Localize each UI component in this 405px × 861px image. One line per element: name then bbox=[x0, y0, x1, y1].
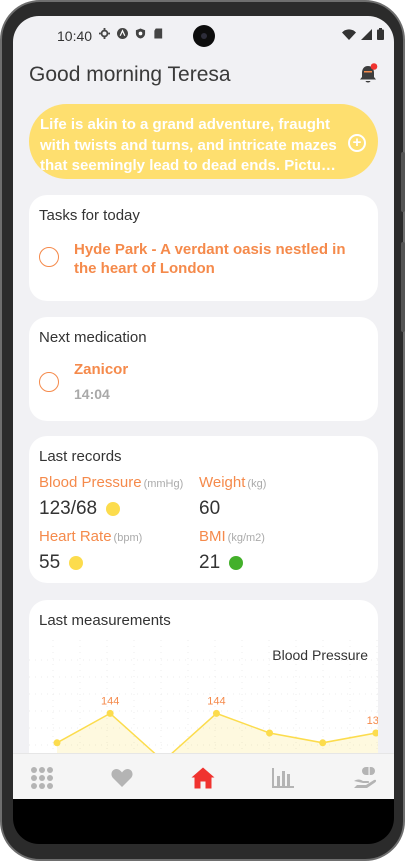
device-frame: 10:40 Good morning Teresa Life is akin t… bbox=[0, 0, 405, 861]
status-time: 10:40 bbox=[57, 28, 93, 44]
home-icon[interactable] bbox=[191, 766, 215, 790]
shield-icon bbox=[135, 28, 146, 39]
record-value: 21 bbox=[199, 552, 221, 573]
heart-icon[interactable] bbox=[110, 766, 134, 790]
records-card: Last records Blood Pressure (mmHg) 123/68… bbox=[29, 436, 378, 583]
record-value: 55 bbox=[39, 552, 61, 573]
data-point bbox=[319, 739, 327, 747]
greeting-title: Good morning Teresa bbox=[29, 63, 231, 86]
settings-icon bbox=[99, 28, 110, 39]
medication-name[interactable]: Zanicor bbox=[74, 361, 128, 378]
record-label: BMI bbox=[199, 528, 226, 545]
record-value: 60 bbox=[199, 498, 221, 519]
record-heart-rate[interactable]: Heart Rate (bpm) 55 bbox=[39, 528, 142, 574]
front-camera bbox=[193, 25, 215, 47]
bottom-navigation bbox=[13, 753, 394, 799]
add-circle-icon[interactable]: + bbox=[348, 134, 366, 152]
record-blood-pressure[interactable]: Blood Pressure (mmHg) 123/68 bbox=[39, 474, 183, 520]
quote-text: Life is akin to a grand adventure, fraug… bbox=[40, 116, 337, 174]
wifi-icon bbox=[342, 28, 356, 40]
record-label: Heart Rate bbox=[39, 528, 112, 545]
records-title: Last records bbox=[39, 448, 122, 465]
data-point bbox=[212, 709, 220, 717]
measurements-title: Last measurements bbox=[39, 612, 171, 629]
medication-hand-icon[interactable] bbox=[353, 766, 377, 790]
task-item-label[interactable]: Hyde Park - A verdant oasis nestled in t… bbox=[74, 240, 369, 278]
record-unit: (bpm) bbox=[113, 532, 143, 544]
power-button bbox=[401, 242, 405, 332]
chart-title: Blood Pressure bbox=[272, 647, 368, 663]
task-checkbox[interactable] bbox=[39, 247, 59, 267]
signal-icon bbox=[361, 28, 372, 40]
status-dot bbox=[229, 556, 244, 570]
record-unit: (kg/m2) bbox=[227, 532, 265, 544]
sd-card-icon bbox=[154, 28, 163, 39]
volume-button bbox=[401, 152, 405, 212]
data-point bbox=[266, 729, 274, 737]
medication-title: Next medication bbox=[39, 329, 147, 346]
battery-icon bbox=[377, 28, 384, 40]
medication-card: Next medication Zanicor 14:04 bbox=[29, 317, 378, 421]
data-label: 130 bbox=[367, 715, 378, 727]
data-label: 144 bbox=[101, 695, 119, 707]
record-unit: (kg) bbox=[247, 478, 267, 490]
record-value: 123/68 bbox=[39, 498, 98, 519]
apps-icon[interactable] bbox=[30, 766, 54, 790]
data-point bbox=[106, 709, 114, 717]
tasks-card: Tasks for today Hyde Park - A verdant oa… bbox=[29, 195, 378, 301]
quote-card[interactable]: Life is akin to a grand adventure, fraug… bbox=[29, 104, 378, 179]
data-point bbox=[53, 739, 61, 747]
blood-pressure-chart[interactable]: Blood Pressure 144 144 130 bbox=[29, 640, 378, 775]
record-weight[interactable]: Weight (kg) 60 bbox=[199, 474, 266, 520]
tasks-title: Tasks for today bbox=[39, 207, 140, 224]
record-label: Weight bbox=[199, 474, 246, 491]
record-bmi[interactable]: BMI (kg/m2) 21 bbox=[199, 528, 265, 574]
data-label: 144 bbox=[207, 695, 225, 707]
bar-chart-icon[interactable] bbox=[271, 766, 295, 790]
bottom-bezel bbox=[13, 799, 394, 844]
notification-bell-icon[interactable] bbox=[357, 63, 379, 85]
status-bar: 10:40 bbox=[13, 16, 394, 56]
status-dot bbox=[69, 556, 84, 570]
record-unit: (mmHg) bbox=[143, 478, 184, 490]
notification-icons bbox=[99, 28, 164, 39]
medication-checkbox[interactable] bbox=[39, 372, 59, 392]
app-a-icon bbox=[117, 28, 128, 39]
status-dot bbox=[106, 502, 121, 516]
medication-time: 14:04 bbox=[74, 386, 110, 402]
record-label: Blood Pressure bbox=[39, 474, 142, 491]
screen: 10:40 Good morning Teresa Life is akin t… bbox=[13, 16, 394, 799]
system-icons bbox=[342, 28, 384, 40]
